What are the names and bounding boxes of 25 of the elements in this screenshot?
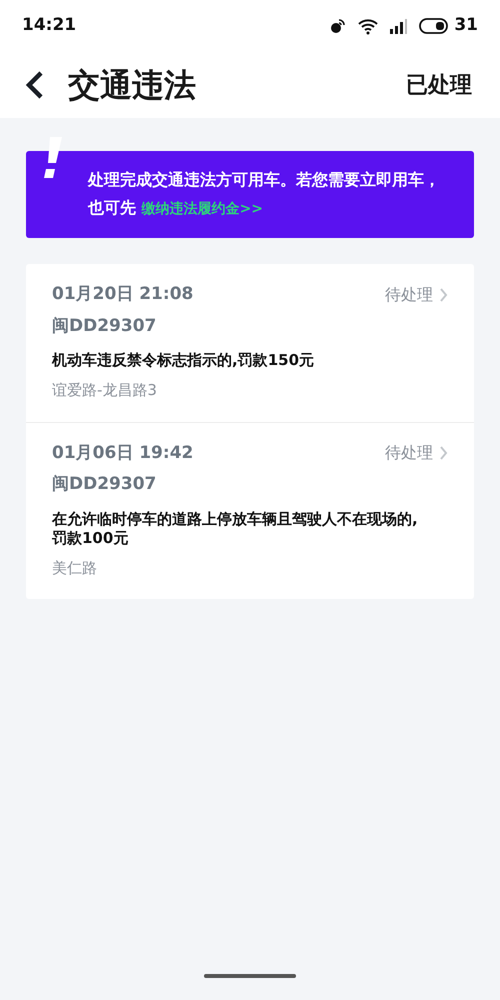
battery-icon <box>419 18 450 34</box>
battery-level: 31 <box>454 14 478 38</box>
license-plate: 闽DD29307 <box>52 473 158 496</box>
violation-location: 谊爱路-龙昌路3 <box>52 380 158 401</box>
signal-icon <box>389 17 410 35</box>
notice-text: 处理完成交通违法方可用车。若您需要立即用车，也可先 缴纳违法履约金>> <box>88 169 441 219</box>
violation-item[interactable]: 01月06日 19:42 待处理 闽DD29307 在允许临时停车的道路上停放车辆且驾驶人不在现场的,罚款100元 美仁路 <box>26 422 474 599</box>
violation-time: 01月20日 21:08 <box>52 283 194 306</box>
page-title: 交通违法 <box>68 65 196 106</box>
license-plate: 闽DD29307 <box>52 314 158 338</box>
violation-description: 在允许临时停车的道路上停放车辆且驾驶人不在现场的,罚款100元 <box>52 510 419 548</box>
violation-time: 01月06日 19:42 <box>52 442 194 464</box>
violation-description: 机动车违反禁令标志指示的,罚款150元 <box>52 351 316 370</box>
chevron-right-icon <box>439 288 448 302</box>
processed-tab[interactable]: 已处理 <box>406 68 472 102</box>
status-time: 14:21 <box>22 14 76 38</box>
chevron-right-icon <box>439 446 448 460</box>
wifi-icon <box>357 17 380 35</box>
deposit-link[interactable]: 缴纳违法履约金>> <box>142 201 264 217</box>
violation-location: 美仁路 <box>52 558 98 578</box>
hotspot-icon <box>329 17 348 35</box>
violation-item[interactable]: 01月20日 21:08 待处理 闽DD29307 机动车违反禁令标志指示的,罚款150元 谊爱路-龙昌路3 <box>26 264 474 422</box>
status-label: 待处理 <box>385 284 433 306</box>
status-label: 待处理 <box>385 442 433 464</box>
exclamation-icon <box>42 137 64 181</box>
